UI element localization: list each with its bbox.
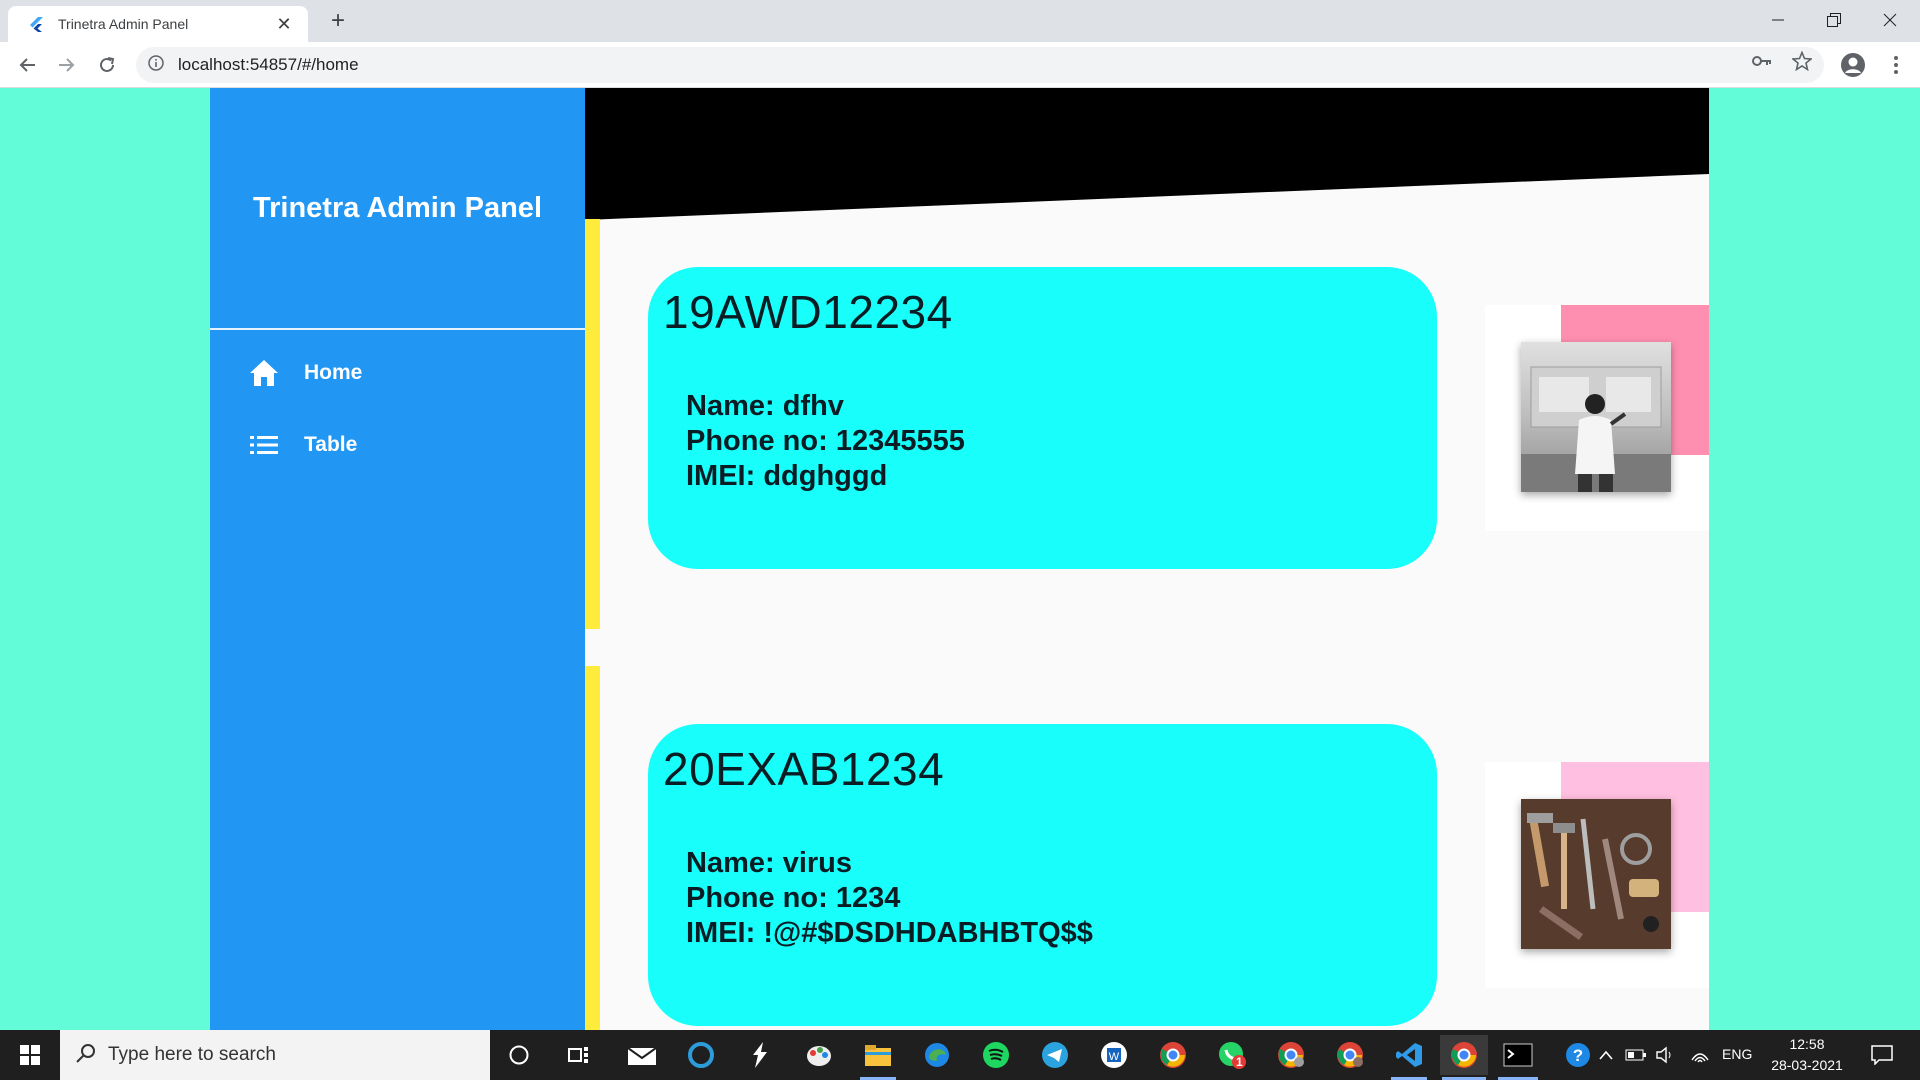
device-name: Name: virus: [686, 847, 853, 879]
device-card[interactable]: 19AWD12234 Name: dfhv Phone no: 12345555…: [648, 267, 1437, 569]
forward-arrow-icon[interactable]: [52, 50, 82, 80]
chrome-profile-2-icon[interactable]: [1330, 1035, 1370, 1075]
device-imei: IMEI: !@#$DSDHDABHBTQ$$: [686, 917, 1093, 949]
battery-icon[interactable]: [1623, 1035, 1649, 1075]
browser-tab-bar: Trinetra Admin Panel ✕ +: [0, 0, 1920, 42]
vscode-icon[interactable]: [1389, 1035, 1429, 1080]
mail-icon[interactable]: [622, 1035, 662, 1075]
device-card[interactable]: 20EXAB1234 Name: virus Phone no: 1234 IM…: [648, 724, 1437, 1026]
woman-at-train-photo: [1521, 342, 1671, 492]
terminal-icon[interactable]: [1496, 1035, 1540, 1080]
chrome-profile-icon[interactable]: [1271, 1035, 1311, 1075]
back-arrow-icon[interactable]: [12, 50, 42, 80]
windows-taskbar: Type here to search W 1 ? ENG 12:58 28-0…: [0, 1030, 1920, 1080]
photo-panel: [1485, 762, 1709, 988]
spotify-icon[interactable]: [976, 1035, 1016, 1075]
tab-title: Trinetra Admin Panel: [58, 16, 189, 32]
taskbar-search-input[interactable]: Type here to search: [60, 1030, 490, 1080]
speaker-icon[interactable]: [1652, 1035, 1678, 1075]
card-accent-bar: [585, 219, 600, 629]
edge-icon[interactable]: [917, 1035, 957, 1075]
cortana-icon[interactable]: [499, 1035, 539, 1075]
notification-center-icon[interactable]: [1862, 1035, 1902, 1075]
device-details: Name: virus Phone no: 1234 IMEI: !@#$DSD…: [686, 846, 1437, 951]
svg-text:?: ?: [1573, 1046, 1583, 1065]
chrome-icon[interactable]: [1153, 1035, 1193, 1075]
wifi-icon[interactable]: [1687, 1035, 1713, 1075]
sidebar-item-home[interactable]: Home: [210, 345, 585, 401]
new-tab-button[interactable]: +: [324, 8, 352, 36]
flutter-favicon-icon: [28, 16, 44, 32]
card-accent-bar: [585, 666, 600, 1030]
sidebar-divider: [210, 328, 585, 330]
device-code: 20EXAB1234: [663, 743, 945, 795]
clock-date: 28-03-2021: [1771, 1057, 1843, 1073]
app-title: Trinetra Admin Panel: [253, 191, 542, 224]
clock-time: 12:58: [1789, 1036, 1825, 1052]
sidebar-item-label: Table: [304, 433, 358, 456]
header-banner: [585, 88, 1709, 220]
info-icon[interactable]: [148, 54, 164, 76]
browser-toolbar: localhost:54857/#/home: [0, 42, 1920, 88]
device-details: Name: dfhv Phone no: 12345555 IMEI: ddgh…: [686, 389, 1437, 494]
sidebar-item-table[interactable]: Table: [210, 417, 585, 473]
telegram-icon[interactable]: [1035, 1035, 1075, 1075]
home-icon: [248, 357, 280, 389]
list-icon: [248, 429, 280, 461]
search-icon: [76, 1043, 96, 1068]
notification-badge: 1: [1236, 1055, 1243, 1069]
close-window-icon[interactable]: [1862, 0, 1918, 40]
tools-photo: [1521, 799, 1671, 949]
whatsapp-icon[interactable]: 1: [1212, 1035, 1252, 1075]
address-bar[interactable]: localhost:54857/#/home: [136, 47, 1824, 83]
close-tab-icon[interactable]: ✕: [274, 14, 294, 34]
device-code: 19AWD12234: [663, 286, 953, 338]
main-content: 19AWD12234 Name: dfhv Phone no: 12345555…: [585, 88, 1709, 1030]
device-imei: IMEI: ddghggd: [686, 460, 888, 492]
windows-start-icon[interactable]: [0, 1030, 60, 1080]
more-menu-icon[interactable]: [1884, 50, 1908, 80]
device-phone: Phone no: 1234: [686, 882, 901, 914]
url-text[interactable]: localhost:54857/#/home: [178, 55, 359, 75]
file-explorer-icon[interactable]: [858, 1035, 898, 1080]
cortana-ring-icon[interactable]: [681, 1035, 721, 1075]
chrome-active-icon[interactable]: [1440, 1035, 1488, 1080]
bookmark-star-icon[interactable]: [1792, 51, 1812, 71]
flutter-tool-icon[interactable]: [740, 1035, 780, 1075]
device-name: Name: dfhv: [686, 390, 844, 422]
task-view-icon[interactable]: [559, 1035, 599, 1075]
reload-icon[interactable]: [92, 50, 122, 80]
paint-icon[interactable]: [799, 1035, 839, 1075]
word-app-icon[interactable]: W: [1094, 1035, 1134, 1075]
sidebar: Trinetra Admin Panel Home Table: [210, 88, 585, 1030]
device-phone: Phone no: 12345555: [686, 425, 965, 457]
app-viewport: Trinetra Admin Panel Home Table 19AWD122…: [0, 88, 1920, 1030]
sidebar-item-label: Home: [304, 361, 363, 384]
search-placeholder: Type here to search: [108, 1044, 276, 1065]
restore-icon[interactable]: [1806, 0, 1862, 40]
browser-tab[interactable]: Trinetra Admin Panel ✕: [8, 6, 308, 42]
key-icon[interactable]: [1752, 51, 1772, 71]
chevron-up-icon[interactable]: [1593, 1035, 1619, 1075]
help-icon[interactable]: ?: [1558, 1035, 1598, 1075]
photo-panel: [1485, 305, 1709, 531]
profile-avatar-icon[interactable]: [1838, 50, 1868, 80]
language-indicator[interactable]: ENG: [1722, 1046, 1752, 1062]
svg-text:W: W: [1109, 1051, 1120, 1063]
system-clock[interactable]: 12:58 28-03-2021: [1762, 1034, 1852, 1076]
minimize-icon[interactable]: [1750, 0, 1806, 40]
